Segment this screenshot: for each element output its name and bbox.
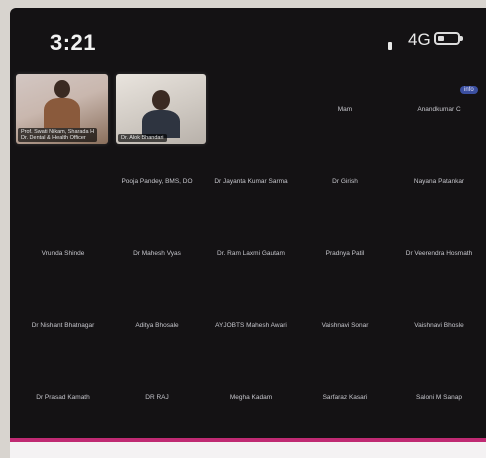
- participant-name: Vaishnavi Bhosle: [414, 322, 464, 329]
- participant-tile[interactable]: Pradnya Patil: [298, 218, 392, 290]
- clock: 3:21: [50, 30, 97, 55]
- participant-name: Vaishnavi Sonar: [321, 322, 369, 329]
- participant-name: Mam: [337, 106, 353, 113]
- participant-name: Pradnya Patil: [325, 250, 365, 257]
- signal-dot-icon: [388, 42, 392, 50]
- battery-icon: [434, 32, 460, 45]
- participant-tile[interactable]: Megha Kadam: [204, 362, 298, 434]
- meeting-screen: 3:21 4G DrwellcareAjith AsokDr. Alok Bha…: [10, 8, 486, 458]
- participant-name: Nayana Patankar: [413, 178, 465, 185]
- bottom-panel: [10, 442, 486, 458]
- participant-name: AYJOBTS Mahesh Awari: [215, 322, 287, 329]
- person-body: [44, 98, 80, 128]
- participant-tile[interactable]: Pooja Pandey, BMS, DO: [110, 146, 204, 218]
- participant-name: Dr. Alok Bhandari: [118, 134, 167, 142]
- network-type: 4G: [408, 30, 431, 49]
- participant-name: DR RAJ: [145, 394, 169, 401]
- participant-grid: DrwellcareAjith AsokDr. Alok BhandariMam…: [16, 74, 486, 436]
- participant-tile[interactable]: Vaishnavi Bhosle: [392, 290, 486, 362]
- participant-tile[interactable]: Dr Nishant Bhatnagar: [16, 290, 110, 362]
- participant-name: Dr Girish: [332, 178, 358, 185]
- participant-name: Anandkumar C: [417, 106, 461, 113]
- participant-tile[interactable]: Sarfaraz Kasari: [298, 362, 392, 434]
- battery-tip: [460, 36, 463, 41]
- participant-tile[interactable]: Dr Prasad Kamath: [16, 362, 110, 434]
- participant-video[interactable]: Prof. Swati Nikam, Sharada H Dr. Dental &…: [16, 74, 108, 144]
- person-head: [152, 90, 170, 110]
- participant-name: Saloni M Sanap: [416, 394, 462, 401]
- person-head: [54, 80, 70, 98]
- participant-tile[interactable]: Mam: [298, 74, 392, 146]
- participant-name: Dr Prasad Kamath: [36, 394, 90, 401]
- participant-tile[interactable]: Dr Veerendra Hosmath: [392, 218, 486, 290]
- participant-tile[interactable]: Dr. Ram Laxmi Gautam: [204, 218, 298, 290]
- participant-name: Dr Nishant Bhatnagar: [31, 322, 95, 329]
- participant-name: Dr Jayanta Kumar Sarma: [214, 178, 288, 185]
- indicator-badge[interactable]: info: [460, 86, 478, 94]
- participant-tile[interactable]: AYJOBTS Mahesh Awari: [204, 290, 298, 362]
- participant-name: Vrunda Shinde: [41, 250, 85, 257]
- participant-tile[interactable]: Vaishnavi Sonar: [298, 290, 392, 362]
- participant-tile[interactable]: DR RAJ: [110, 362, 204, 434]
- participant-name: Dr Mahesh Vyas: [133, 250, 181, 257]
- participant-subtitle: Dr. Dental & Health Officer: [21, 135, 86, 141]
- status-bar: 3:21 4G: [10, 8, 486, 68]
- participant-video[interactable]: Dr. Alok Bhandari: [116, 74, 206, 144]
- battery-level: [438, 36, 444, 41]
- participant-name: Sarfaraz Kasari: [322, 394, 368, 401]
- participant-name: Dr Veerendra Hosmath: [405, 250, 473, 257]
- participant-tile[interactable]: Dr Girish: [298, 146, 392, 218]
- participant-name: Pooja Pandey, BMS, DO: [121, 178, 193, 185]
- participant-tile[interactable]: Nayana Patankar: [392, 146, 486, 218]
- participant-tile[interactable]: Aditya Bhosale: [110, 290, 204, 362]
- participant-name: Megha Kadam: [229, 394, 273, 401]
- participant-tile[interactable]: Vrunda Shinde: [16, 218, 110, 290]
- participant-tile[interactable]: Anandkumar C: [392, 74, 486, 146]
- participant-name: Prof. Swati Nikam, Sharada H Dr. Dental &…: [18, 128, 98, 142]
- participant-tile[interactable]: Dr Mahesh Vyas: [110, 218, 204, 290]
- participant-tile[interactable]: Saloni M Sanap: [392, 362, 486, 434]
- participant-tile[interactable]: Dr Jayanta Kumar Sarma: [204, 146, 298, 218]
- participant-name: Dr. Ram Laxmi Gautam: [217, 250, 285, 257]
- participant-name: Aditya Bhosale: [135, 322, 179, 329]
